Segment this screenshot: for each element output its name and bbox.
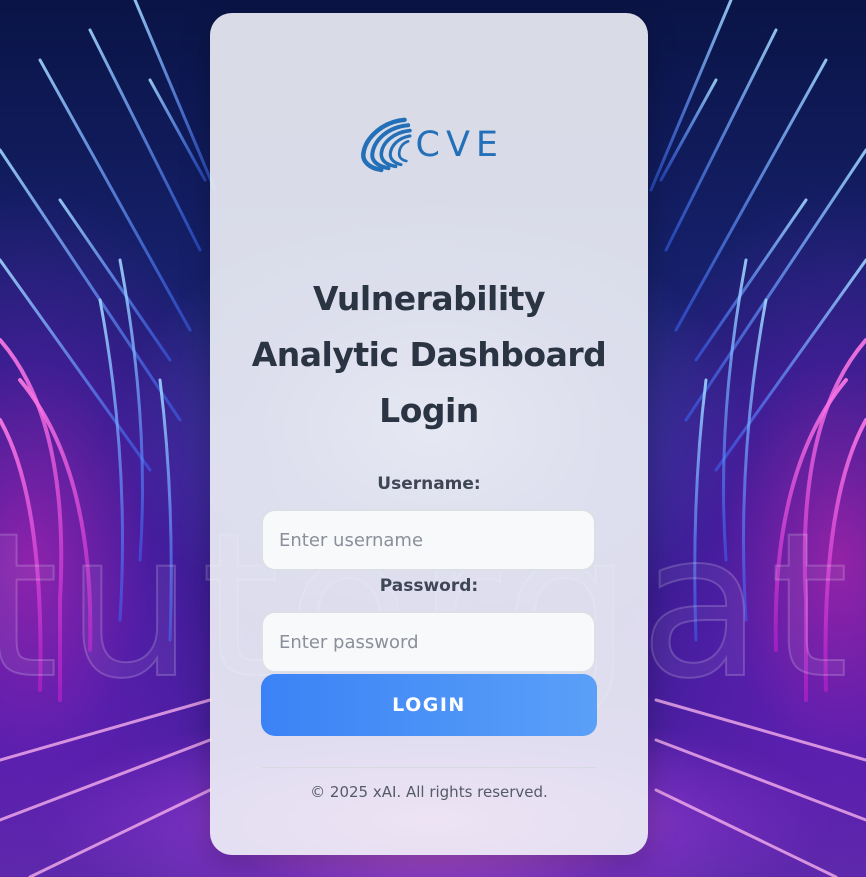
password-input[interactable] bbox=[261, 611, 596, 673]
login-button[interactable]: LOGIN bbox=[261, 674, 597, 736]
page-title: Vulnerability Analytic Dashboard Login bbox=[210, 271, 648, 439]
cve-logo: CVE bbox=[358, 111, 504, 177]
page-title-line-3: Login bbox=[379, 391, 479, 430]
logo-text: CVE bbox=[415, 125, 504, 165]
username-label: Username: bbox=[377, 474, 481, 494]
username-input[interactable] bbox=[261, 509, 596, 571]
page-title-line-2: Analytic Dashboard bbox=[251, 335, 607, 374]
page-title-line-1: Vulnerability bbox=[313, 279, 545, 318]
cve-swoosh-logo-icon bbox=[361, 117, 412, 173]
footer-divider bbox=[261, 767, 597, 768]
copyright-footer: © 2025 xAI. All rights reserved. bbox=[310, 783, 548, 801]
password-label: Password: bbox=[379, 576, 479, 596]
login-card: CVE Vulnerability Analytic Dashboard Log… bbox=[210, 13, 648, 855]
